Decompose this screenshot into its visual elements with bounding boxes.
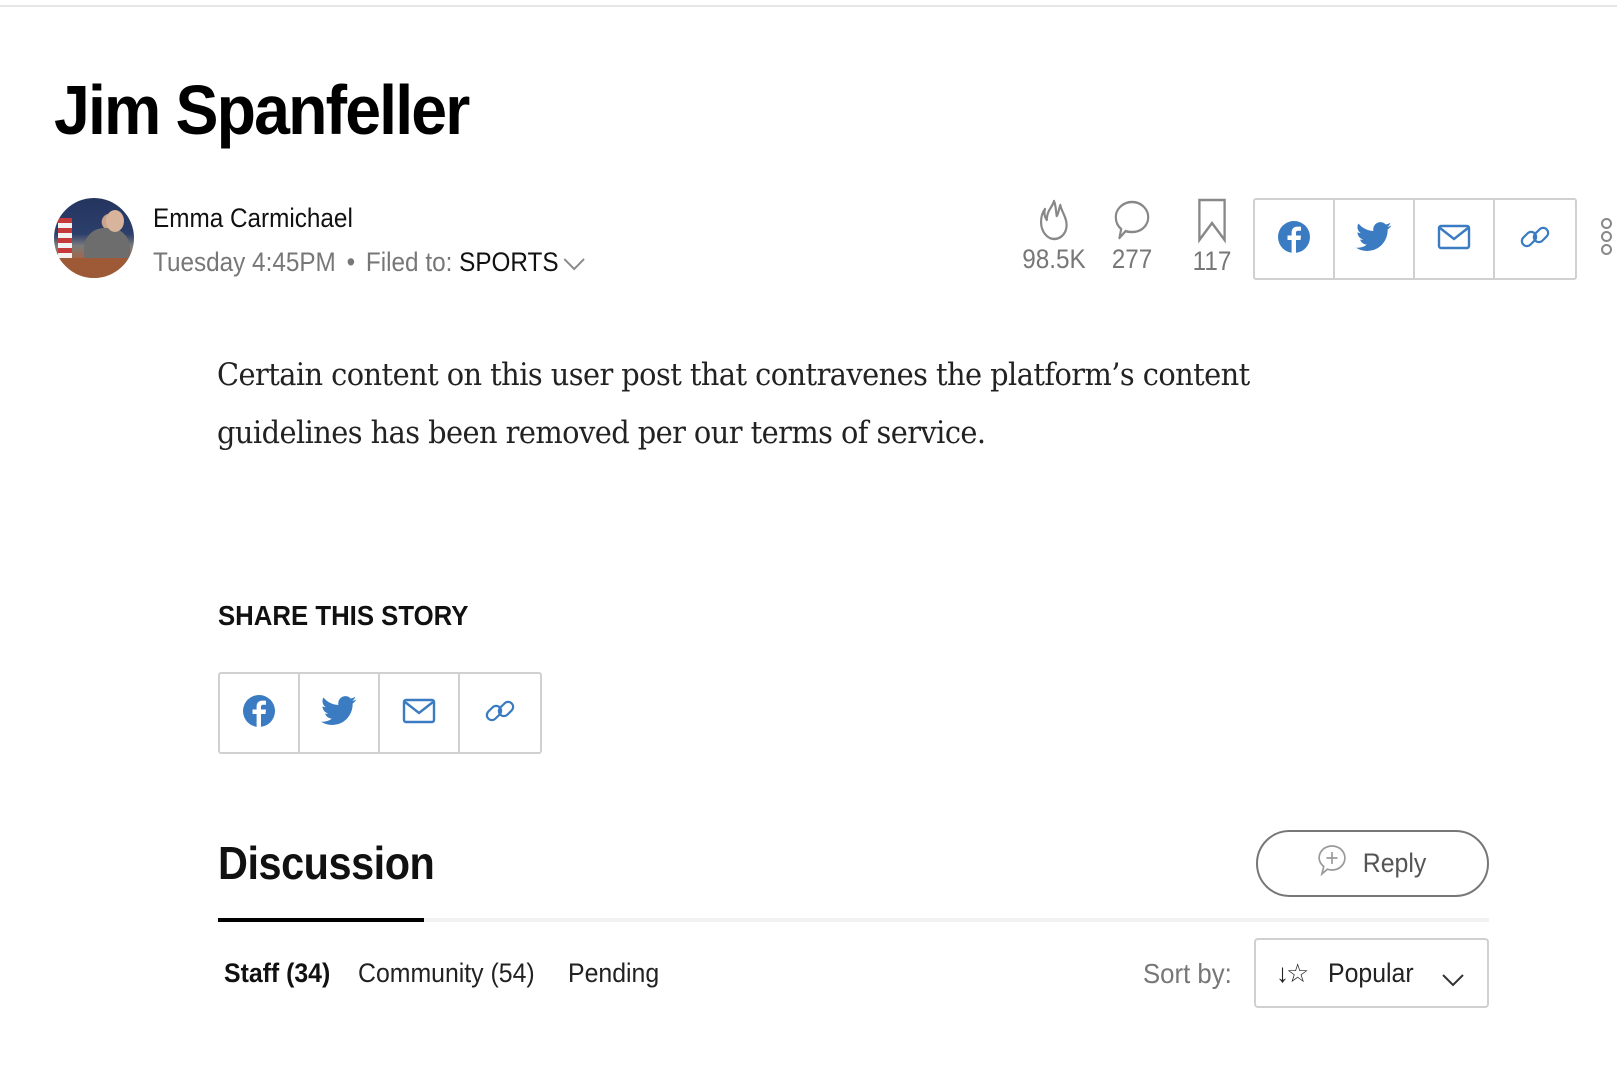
discussion-tab-underline <box>218 918 1489 922</box>
share-email-button[interactable] <box>380 674 460 752</box>
chevron-down-icon[interactable] <box>562 248 585 279</box>
meta-separator: • <box>346 247 356 277</box>
discussion-heading: Discussion <box>218 837 435 889</box>
add-comment-icon <box>1317 844 1346 883</box>
reply-label: Reply <box>1362 848 1427 878</box>
share-link-button[interactable] <box>460 674 540 752</box>
sort-popular-icon: ↓☆ <box>1276 957 1309 988</box>
facebook-icon <box>1277 220 1311 259</box>
sort-dropdown[interactable]: ↓☆ Popular <box>1254 938 1489 1008</box>
more-options-icon[interactable] <box>1601 218 1617 257</box>
link-icon <box>1518 220 1552 259</box>
facebook-icon <box>242 694 276 733</box>
header-share-buttons <box>1253 198 1577 280</box>
chevron-down-icon <box>1441 964 1465 995</box>
comment-bubble-icon <box>1103 198 1161 242</box>
tab-staff[interactable]: Staff (34) <box>224 958 330 989</box>
sort-value: Popular <box>1328 957 1414 988</box>
twitter-icon <box>321 695 357 731</box>
share-email-button[interactable] <box>1415 200 1495 278</box>
article-body: Certain content on this user post that c… <box>217 357 1250 451</box>
views-count: 98.5K <box>1022 244 1086 274</box>
email-icon <box>1437 224 1471 255</box>
author-avatar[interactable] <box>54 198 134 278</box>
link-icon <box>483 694 517 733</box>
article-title: Jim Spanfeller <box>54 71 470 149</box>
share-facebook-button[interactable] <box>1255 200 1335 278</box>
share-twitter-button[interactable] <box>300 674 380 752</box>
flame-icon <box>1016 198 1092 242</box>
article-meta: Tuesday 4:45PM • Filed to: SPORTS <box>153 247 586 279</box>
comments-stat[interactable]: 277 <box>1100 198 1164 275</box>
timestamp: Tuesday 4:45PM <box>153 247 336 277</box>
share-story-label: SHARE THIS STORY <box>218 600 469 631</box>
footer-share-buttons <box>218 672 542 754</box>
views-stat[interactable]: 98.5K <box>1012 198 1096 275</box>
tab-pending[interactable]: Pending <box>568 958 659 989</box>
active-tab-indicator <box>218 918 424 922</box>
comments-count: 277 <box>1111 244 1153 274</box>
sort-by-label: Sort by: <box>1143 958 1232 989</box>
top-divider <box>0 5 1617 7</box>
saves-count: 117 <box>1192 246 1232 276</box>
filed-to-label: Filed to: <box>365 247 453 277</box>
share-link-button[interactable] <box>1495 200 1575 278</box>
share-twitter-button[interactable] <box>1335 200 1415 278</box>
reply-button[interactable]: Reply <box>1256 830 1489 897</box>
tab-community[interactable]: Community (54) <box>358 958 535 989</box>
discussion-tabs: Staff (34) Community (54) Pending <box>224 958 685 989</box>
author-name[interactable]: Emma Carmichael <box>153 203 353 234</box>
bookmark-icon <box>1183 198 1241 244</box>
section-link[interactable]: SPORTS <box>459 247 558 277</box>
saves-stat[interactable]: 117 <box>1180 198 1244 277</box>
twitter-icon <box>1356 221 1392 257</box>
email-icon <box>402 698 436 729</box>
share-facebook-button[interactable] <box>220 674 300 752</box>
